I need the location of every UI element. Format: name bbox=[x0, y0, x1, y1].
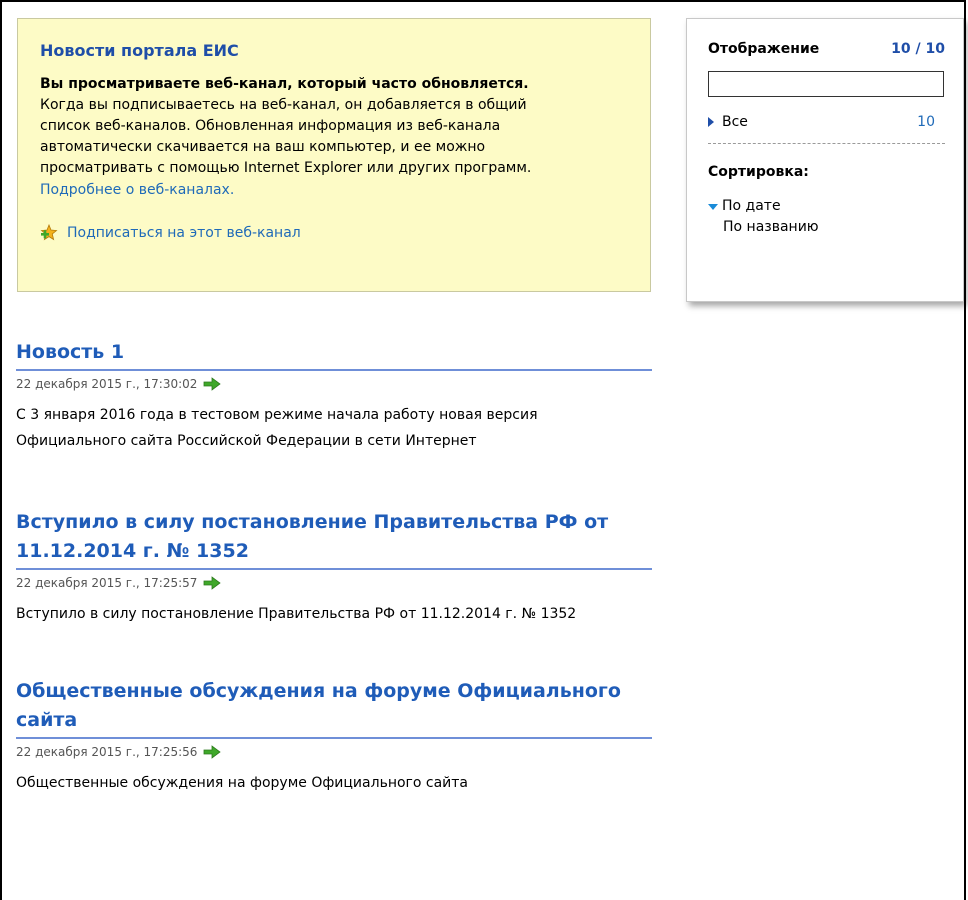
news-body-line: Вступило в силу постановление Правительс… bbox=[16, 606, 577, 622]
news-title-line: 11.12.2014 г. № 1352 bbox=[16, 540, 249, 562]
news-item: Вступило в силу постановление Правительс… bbox=[16, 508, 652, 627]
display-count: 10 / 10 bbox=[891, 41, 945, 57]
news-item: Новость 1 22 декабря 2015 г., 17:30:02 С… bbox=[16, 338, 652, 454]
triangle-down-icon bbox=[708, 203, 718, 210]
add-feed-icon bbox=[40, 224, 58, 241]
news-date: 22 декабря 2015 г., 17:25:56 bbox=[16, 745, 198, 759]
news-title-link[interactable]: Общественные обсуждения на форуме Официа… bbox=[16, 677, 652, 739]
news-title-link[interactable]: Вступило в силу постановление Правительс… bbox=[16, 508, 652, 570]
triangle-right-icon bbox=[708, 117, 714, 127]
sort-heading: Сортировка: bbox=[708, 164, 809, 180]
feed-intro-heading: Вы просматриваете веб-канал, который час… bbox=[40, 76, 529, 92]
sort-by-name[interactable]: По названию bbox=[708, 217, 945, 238]
news-body-line: Общественные обсуждения на форуме Официа… bbox=[16, 775, 469, 791]
green-arrow-icon[interactable] bbox=[203, 745, 222, 759]
subscribe-label: Подписаться на этот веб-канал bbox=[67, 225, 301, 241]
learn-more-link[interactable]: Подробнее о веб-каналах. bbox=[40, 180, 234, 201]
subscribe-link[interactable]: Подписаться на этот веб-канал bbox=[40, 224, 630, 242]
green-arrow-icon[interactable] bbox=[203, 377, 222, 391]
display-heading: Отображение bbox=[708, 41, 820, 57]
feed-description-line: список веб-каналов. Обновленная информац… bbox=[40, 118, 501, 134]
news-title-line: Общественные обсуждения на форуме Официа… bbox=[16, 680, 621, 702]
feed-info-box: Новости портала ЕИС Вы просматриваете ве… bbox=[17, 18, 651, 292]
filter-all-label: Все bbox=[722, 114, 748, 130]
news-title-line: Вступило в силу постановление Правительс… bbox=[16, 511, 609, 533]
feed-description-line: автоматически скачивается на ваш компьют… bbox=[40, 139, 486, 155]
filter-search-input[interactable] bbox=[708, 71, 944, 97]
news-body-line: Официального сайта Российской Федерации … bbox=[16, 433, 477, 449]
feed-description-line: Когда вы подписываетесь на веб-канал, он… bbox=[40, 97, 527, 113]
display-panel: Отображение 10 / 10 Все 10 Сортировка: П… bbox=[686, 18, 964, 302]
news-title-line: Новость 1 bbox=[16, 341, 125, 363]
green-arrow-icon[interactable] bbox=[203, 576, 222, 590]
news-date: 22 декабря 2015 г., 17:30:02 bbox=[16, 377, 198, 391]
filter-all-count: 10 bbox=[917, 114, 935, 130]
news-title-link[interactable]: Новость 1 bbox=[16, 338, 652, 371]
sort-by-name-label: По названию bbox=[723, 219, 819, 235]
news-body-line: С 3 января 2016 года в тестовом режиме н… bbox=[16, 407, 538, 423]
feed-description-line: просматривать с помощью Internet Explore… bbox=[40, 160, 532, 176]
sort-by-date[interactable]: По дате bbox=[708, 196, 945, 217]
news-date: 22 декабря 2015 г., 17:25:57 bbox=[16, 576, 198, 590]
sort-by-date-label: По дате bbox=[722, 198, 781, 214]
filter-all-item[interactable]: Все 10 bbox=[708, 114, 945, 144]
feed-title: Новости портала ЕИС bbox=[40, 41, 239, 60]
news-item: Общественные обсуждения на форуме Официа… bbox=[16, 677, 652, 796]
news-title-line: сайта bbox=[16, 709, 78, 731]
